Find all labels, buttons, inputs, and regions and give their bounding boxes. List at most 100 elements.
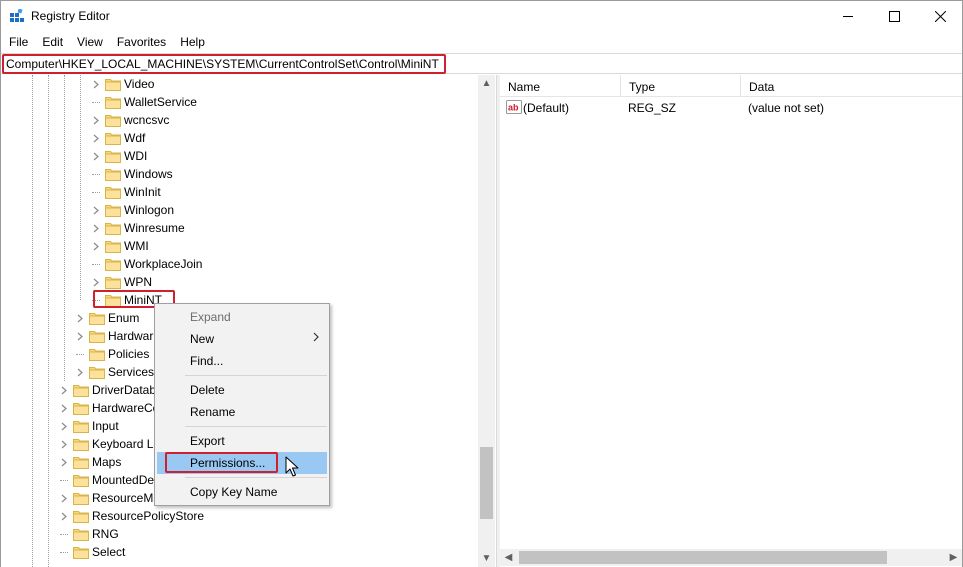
- folder-icon: [105, 131, 121, 145]
- maximize-button[interactable]: [871, 1, 917, 31]
- context-menu-label: Find...: [190, 354, 224, 368]
- menu-edit[interactable]: Edit: [35, 32, 70, 52]
- tree-node[interactable]: WDI: [1, 147, 478, 165]
- folder-icon: [73, 527, 89, 541]
- column-name[interactable]: Name: [500, 75, 621, 97]
- chevron-right-icon[interactable]: [91, 147, 101, 165]
- context-menu-item-new[interactable]: New: [157, 328, 327, 350]
- close-icon: [934, 10, 946, 22]
- chevron-right-icon[interactable]: [75, 309, 85, 327]
- tree-node[interactable]: Winresume: [1, 219, 478, 237]
- tree-guide-line: [76, 354, 84, 355]
- context-menu-item-copy-key-name[interactable]: Copy Key Name: [157, 481, 327, 503]
- chevron-right-icon[interactable]: [59, 435, 69, 453]
- folder-icon: [105, 149, 121, 163]
- title-bar[interactable]: Registry Editor: [1, 1, 962, 31]
- tree-node-label: Video: [124, 77, 155, 91]
- context-menu-item-export[interactable]: Export: [157, 430, 327, 452]
- tree-scroll-thumb[interactable]: [480, 447, 493, 520]
- tree-node[interactable]: ResourcePolicyStore: [1, 507, 478, 525]
- folder-icon: [73, 419, 89, 433]
- menu-file[interactable]: File: [1, 32, 35, 52]
- chevron-right-icon[interactable]: [91, 129, 101, 147]
- tree-node-label: Hardwar: [108, 329, 154, 343]
- tree-node[interactable]: Winlogon: [1, 201, 478, 219]
- chevron-right-icon[interactable]: [91, 75, 101, 93]
- tree-guide-line: [92, 174, 100, 175]
- folder-icon: [105, 275, 121, 289]
- values-horizontal-scrollbar[interactable]: ◀ ▶: [500, 549, 962, 566]
- tree-guide-line: [92, 264, 100, 265]
- context-menu-label: Export: [190, 434, 225, 448]
- scroll-up-arrow-icon[interactable]: ▲: [478, 75, 495, 92]
- tree-node[interactable]: WMI: [1, 237, 478, 255]
- value-row[interactable]: ab (Default) REG_SZ (value not set): [500, 99, 962, 117]
- registry-editor-icon: [10, 9, 24, 22]
- context-menu-label: Rename: [190, 405, 236, 419]
- values-pane[interactable]: Name Type Data ab (Default) REG_SZ (valu…: [500, 75, 962, 567]
- tree-node-label: WalletService: [124, 95, 197, 109]
- context-menu-item-delete[interactable]: Delete: [157, 379, 327, 401]
- tree-node-label: Keyboard La: [92, 437, 161, 451]
- mouse-pointer-icon: [285, 456, 299, 477]
- column-headers: Name Type Data: [500, 75, 962, 97]
- column-type[interactable]: Type: [621, 75, 741, 97]
- chevron-right-icon[interactable]: [91, 219, 101, 237]
- address-bar[interactable]: Computer\HKEY_LOCAL_MACHINE\SYSTEM\Curre…: [1, 53, 962, 74]
- chevron-right-icon[interactable]: [59, 399, 69, 417]
- chevron-right-icon[interactable]: [75, 363, 85, 381]
- folder-icon: [89, 365, 105, 379]
- value-name: (Default): [523, 101, 570, 115]
- context-menu-item-permissions[interactable]: Permissions...: [157, 452, 327, 474]
- context-menu-item-rename[interactable]: Rename: [157, 401, 327, 423]
- tree-node[interactable]: WPN: [1, 273, 478, 291]
- tree-node[interactable]: Select: [1, 543, 478, 561]
- chevron-right-icon[interactable]: [59, 507, 69, 525]
- tree-node-label: ResourcePolicyStore: [92, 509, 205, 523]
- menu-bar: File Edit View Favorites Help: [1, 32, 212, 52]
- menu-view[interactable]: View: [70, 32, 110, 52]
- chevron-right-icon[interactable]: [59, 417, 69, 435]
- folder-icon: [73, 401, 89, 415]
- tree-node[interactable]: WorkplaceJoin: [1, 255, 478, 273]
- tree-node-label: RNG: [92, 527, 119, 541]
- menu-favorites[interactable]: Favorites: [110, 32, 173, 52]
- tree-node-label: Wdf: [124, 131, 146, 145]
- tree-node[interactable]: Windows: [1, 165, 478, 183]
- chevron-right-icon[interactable]: [75, 327, 85, 345]
- tree-vertical-scrollbar[interactable]: ▲ ▼: [478, 75, 495, 567]
- window-title: Registry Editor: [31, 9, 110, 23]
- scroll-left-arrow-icon[interactable]: ◀: [500, 549, 517, 566]
- tree-node-label: Winresume: [124, 221, 185, 235]
- tree-node[interactable]: wcncsvc: [1, 111, 478, 129]
- minimize-button[interactable]: [825, 1, 871, 31]
- chevron-right-icon[interactable]: [91, 201, 101, 219]
- chevron-right-icon[interactable]: [91, 237, 101, 255]
- values-scroll-thumb[interactable]: [519, 551, 887, 564]
- chevron-right-icon[interactable]: [59, 489, 69, 507]
- tree-node[interactable]: RNG: [1, 525, 478, 543]
- context-menu-item-find[interactable]: Find...: [157, 350, 327, 372]
- folder-icon: [105, 257, 121, 271]
- tree-guide-line: [92, 192, 100, 193]
- context-menu-item-expand[interactable]: Expand: [157, 306, 327, 328]
- tree-node[interactable]: WinInit: [1, 183, 478, 201]
- tree-node[interactable]: Video: [1, 75, 478, 93]
- menu-help[interactable]: Help: [173, 32, 212, 52]
- chevron-right-icon[interactable]: [91, 111, 101, 129]
- tree-node[interactable]: Wdf: [1, 129, 478, 147]
- tree-node-label: WPN: [124, 275, 152, 289]
- chevron-right-icon[interactable]: [59, 453, 69, 471]
- scroll-right-arrow-icon[interactable]: ▶: [945, 549, 962, 566]
- tree-node-label: ResourceMa: [92, 491, 161, 505]
- folder-icon: [89, 347, 105, 361]
- column-data[interactable]: Data: [741, 75, 962, 97]
- registry-editor-window: Registry Editor File Edit View Favorites…: [0, 0, 963, 567]
- context-menu-label: Delete: [190, 383, 225, 397]
- tree-node[interactable]: WalletService: [1, 93, 478, 111]
- chevron-right-icon[interactable]: [59, 381, 69, 399]
- chevron-right-icon[interactable]: [91, 273, 101, 291]
- tree-node-label: Services: [108, 365, 155, 379]
- close-button[interactable]: [917, 1, 963, 31]
- scroll-down-arrow-icon[interactable]: ▼: [478, 550, 495, 567]
